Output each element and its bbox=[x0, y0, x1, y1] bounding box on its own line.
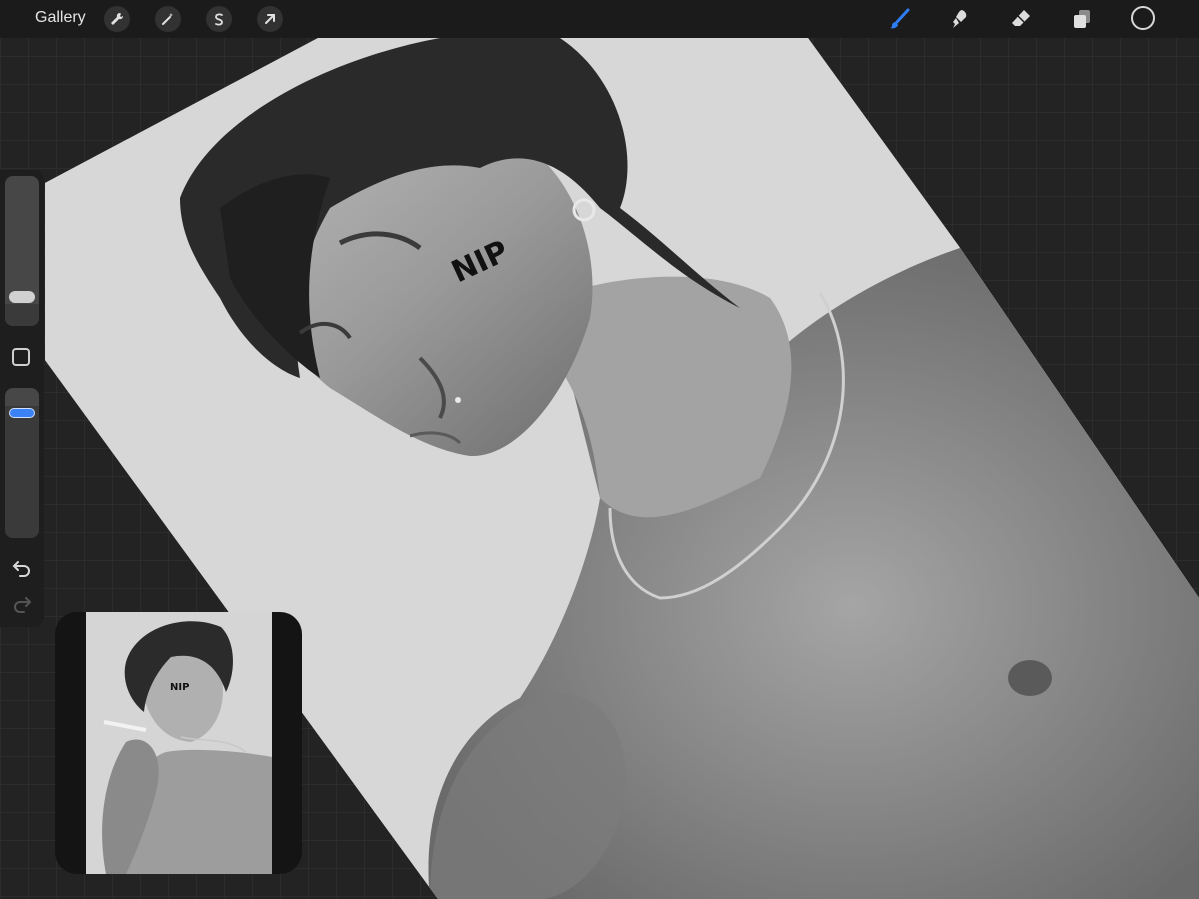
brush-size-fill bbox=[5, 303, 39, 326]
brush-icon[interactable] bbox=[886, 5, 914, 33]
brush-opacity-thumb[interactable] bbox=[9, 407, 35, 418]
selection-s-icon[interactable] bbox=[206, 6, 232, 32]
undo-icon[interactable] bbox=[10, 558, 34, 578]
square-icon[interactable] bbox=[12, 348, 30, 366]
redo-icon[interactable] bbox=[10, 594, 34, 614]
reference-window[interactable]: NIP bbox=[55, 612, 302, 874]
layers-icon[interactable] bbox=[1068, 5, 1096, 33]
color-swatch[interactable] bbox=[1131, 6, 1155, 30]
wrench-icon[interactable] bbox=[104, 6, 130, 32]
arrow-icon[interactable] bbox=[257, 6, 283, 32]
reference-face-text: NIP bbox=[170, 682, 189, 693]
magic-wand-icon[interactable] bbox=[155, 6, 181, 32]
brush-opacity-fill bbox=[5, 406, 39, 538]
brush-size-slider[interactable] bbox=[5, 176, 39, 326]
reference-image: NIP bbox=[86, 612, 272, 874]
gallery-button[interactable]: Gallery bbox=[35, 9, 86, 27]
top-toolbar: Gallery bbox=[0, 0, 1199, 38]
smudge-icon[interactable] bbox=[946, 5, 974, 33]
brush-sidebar bbox=[0, 170, 44, 627]
brush-size-thumb[interactable] bbox=[9, 290, 35, 303]
eraser-icon[interactable] bbox=[1007, 5, 1035, 33]
